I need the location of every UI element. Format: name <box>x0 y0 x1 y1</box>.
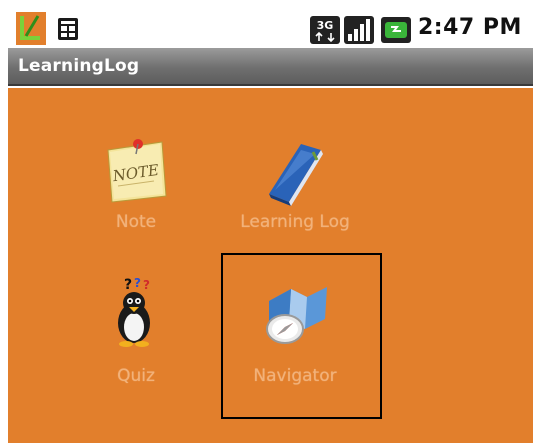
notification-icon <box>56 14 82 42</box>
app-notification-icon <box>16 12 46 45</box>
launcher-label-note: Note <box>115 212 157 232</box>
penguin-quiz-icon: ? ? ? <box>96 271 176 351</box>
launcher-label-learning-log: Learning Log <box>240 212 350 232</box>
status-bar: 3G 2:47 PM <box>8 8 533 48</box>
note-icon: NOTE <box>96 128 176 208</box>
selection-highlight <box>221 253 382 419</box>
3g-label: 3G <box>317 19 334 32</box>
device-screen: 3G 2:47 PM LearningLog NOTE Note Learnin… <box>0 0 533 443</box>
book-icon <box>255 128 335 208</box>
app-title: LearningLog <box>18 56 140 76</box>
launcher-item-note[interactable]: NOTE Note <box>61 128 211 248</box>
svg-text:?: ? <box>143 278 150 292</box>
title-bar: LearningLog <box>8 48 533 86</box>
svg-text:?: ? <box>134 276 141 290</box>
battery-charging-icon <box>381 17 411 43</box>
launcher-item-quiz[interactable]: ? ? ? Quiz <box>61 271 211 391</box>
signal-strength-icon <box>344 16 374 44</box>
launcher-item-learning-log[interactable]: Learning Log <box>220 128 370 248</box>
status-time: 2:47 PM <box>418 15 522 40</box>
launcher-grid: NOTE Note Learning Log ? ? ? Quiz Naviga… <box>8 88 533 443</box>
3g-icon: 3G <box>310 16 340 44</box>
launcher-label-quiz: Quiz <box>117 366 155 386</box>
svg-text:?: ? <box>124 277 132 293</box>
